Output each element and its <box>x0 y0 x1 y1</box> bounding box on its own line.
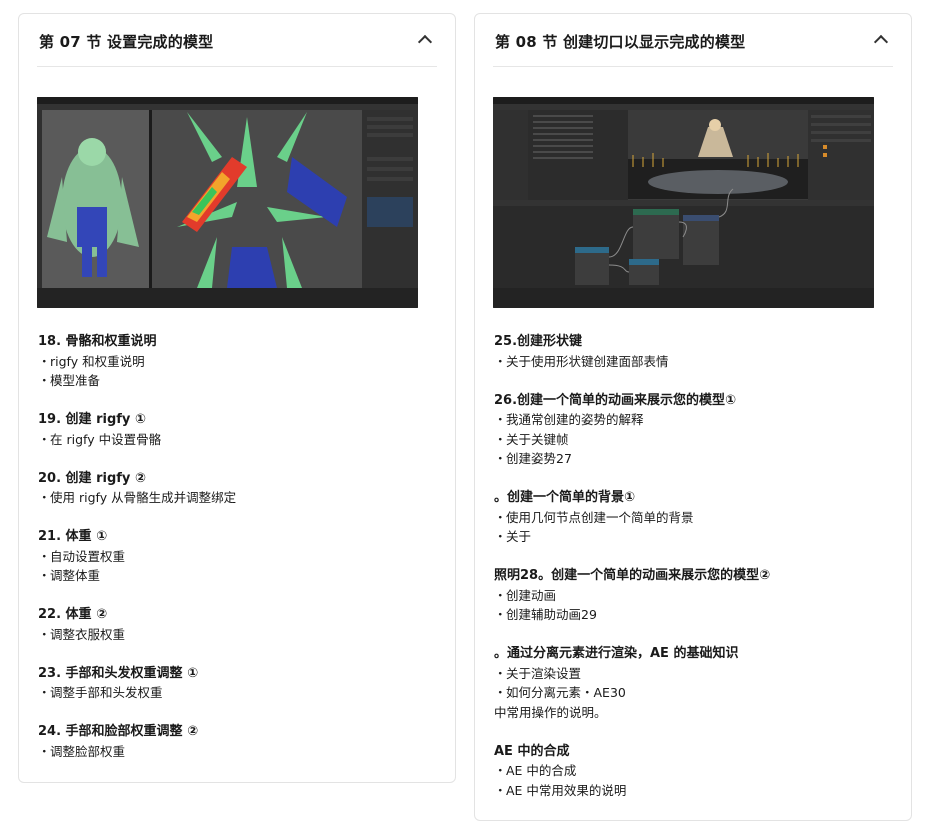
lesson-item: ・我通常创建的姿势的解释 <box>494 412 644 427</box>
lesson-item: ・关于渲染设置 <box>494 665 582 681</box>
lesson-25[interactable]: 25.创建形状键 ・关于使用形状键创建面部表情 <box>494 332 893 371</box>
lesson-title: 22. 体重 ② <box>38 607 108 622</box>
lesson-title: 19. 创建 rigfy ① <box>38 412 146 427</box>
lesson-item: ・调整手部和头发权重 <box>38 685 163 700</box>
lesson-title: 。创建一个简单的背景① <box>494 490 636 505</box>
lesson-item: ・AE 中常用效果的说明 <box>494 782 627 798</box>
card-title: 第 08 节 创建切口以显示完成的模型 <box>495 33 746 51</box>
section-card-07: 第 07 节 设置完成的模型 18. 骨骼和权重说明 ・rigfy 和权重说明 … <box>18 13 456 783</box>
lesson-item: ・调整衣服权重 <box>38 626 126 642</box>
lesson-title: 18. 骨骼和权重说明 <box>38 334 157 349</box>
lesson-item: ・使用几何节点创建一个简单的背景 <box>494 509 694 525</box>
blender-compositing-screenshot <box>493 97 874 308</box>
blender-rigging-screenshot <box>37 97 418 308</box>
lesson-title: 23. 手部和头发权重调整 ① <box>38 665 199 681</box>
lesson-21[interactable]: 21. 体重 ① ・自动设置权重 ・调整体重 <box>38 527 437 586</box>
lesson-20[interactable]: 20. 创建 rigfy ② ・使用 rigfy 从骨骼生成并调整绑定 <box>38 469 437 508</box>
lesson-title: 25.创建形状键 <box>494 334 583 349</box>
lesson-item: ・在 rigfy 中设置骨骼 <box>38 431 162 447</box>
lesson-30[interactable]: AE 中的合成 ・AE 中的合成 ・AE 中常用效果的说明 <box>494 742 893 801</box>
lesson-22[interactable]: 22. 体重 ② ・调整衣服权重 <box>38 605 437 644</box>
lesson-note: 中常用操作的说明。 <box>494 704 607 720</box>
lesson-list: 18. 骨骼和权重说明 ・rigfy 和权重说明 ・模型准备 19. 创建 ri… <box>38 332 437 781</box>
lesson-item: ・关于使用形状键创建面部表情 <box>494 353 669 369</box>
lesson-23[interactable]: 23. 手部和头发权重调整 ① ・调整手部和头发权重 <box>38 664 437 703</box>
lesson-title: 21. 体重 ① <box>38 529 108 544</box>
lesson-18[interactable]: 18. 骨骼和权重说明 ・rigfy 和权重说明 ・模型准备 <box>38 332 437 391</box>
lesson-title: 26.创建一个简单的动画来展示您的模型① <box>494 392 737 408</box>
lesson-29[interactable]: 。通过分离元素进行渲染，AE 的基础知识 ・关于渲染设置 ・如何分离元素・AE3… <box>494 644 893 722</box>
lesson-title: 。通过分离元素进行渲染，AE 的基础知识 <box>494 646 739 661</box>
lesson-item: ・调整脸部权重 <box>38 743 126 759</box>
lesson-27[interactable]: 。创建一个简单的背景① ・使用几何节点创建一个简单的背景 ・关于 <box>494 488 893 547</box>
lesson-item: ・创建姿势27 <box>494 451 572 466</box>
lesson-28[interactable]: 照明28。创建一个简单的动画来展示您的模型② ・创建动画 ・创建辅助动画29 <box>494 566 893 625</box>
lesson-24[interactable]: 24. 手部和脸部权重调整 ② ・调整脸部权重 <box>38 722 437 761</box>
lesson-title: 20. 创建 rigfy ② <box>38 470 146 486</box>
lesson-title: 照明28。创建一个简单的动画来展示您的模型② <box>494 568 771 583</box>
lesson-title: 24. 手部和脸部权重调整 ② <box>38 724 199 739</box>
lesson-item: ・创建辅助动画29 <box>494 607 597 622</box>
chevron-up-icon[interactable] <box>419 34 429 44</box>
card-title: 第 07 节 设置完成的模型 <box>39 33 214 51</box>
lesson-item: ・如何分离元素・AE30 <box>494 685 626 700</box>
lesson-item: ・调整体重 <box>38 568 101 583</box>
lesson-item: ・创建动画 <box>494 587 557 603</box>
card-header[interactable]: 第 07 节 设置完成的模型 <box>37 14 437 67</box>
lesson-19[interactable]: 19. 创建 rigfy ① ・在 rigfy 中设置骨骼 <box>38 410 437 449</box>
section-card-08: 第 08 节 创建切口以显示完成的模型 25.创建形状键 ・关于使用形状键创建面… <box>474 13 912 821</box>
lesson-list: 25.创建形状键 ・关于使用形状键创建面部表情 26.创建一个简单的动画来展示您… <box>494 332 893 820</box>
card-header[interactable]: 第 08 节 创建切口以显示完成的模型 <box>493 14 893 67</box>
lesson-item: ・关于 <box>494 529 532 544</box>
lesson-item: ・自动设置权重 <box>38 548 126 564</box>
lesson-item: ・使用 rigfy 从骨骼生成并调整绑定 <box>38 490 237 505</box>
lesson-item: ・rigfy 和权重说明 <box>38 353 145 369</box>
lesson-26[interactable]: 26.创建一个简单的动画来展示您的模型① ・我通常创建的姿势的解释 ・关于关键帧… <box>494 391 893 469</box>
lesson-item: ・AE 中的合成 <box>494 763 577 778</box>
lesson-item: ・关于关键帧 <box>494 431 569 447</box>
chevron-up-icon[interactable] <box>875 34 885 44</box>
lesson-item: ・模型准备 <box>38 373 101 388</box>
lesson-title: AE 中的合成 <box>494 743 570 759</box>
